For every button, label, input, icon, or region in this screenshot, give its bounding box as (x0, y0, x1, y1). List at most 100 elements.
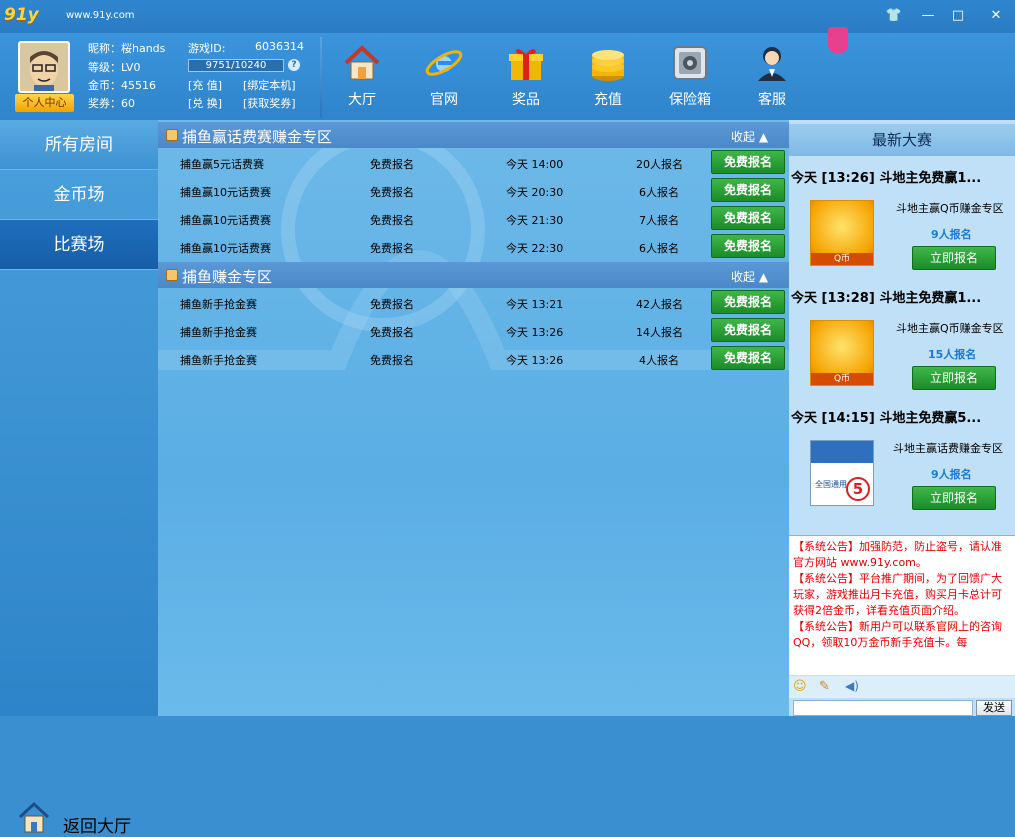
match-time: 今天 21:30 (506, 214, 564, 227)
avatar[interactable] (18, 41, 70, 93)
level-row: 等级：LV0 (88, 59, 140, 75)
match-name: 捕鱼新手抢金赛 (180, 298, 257, 311)
register-now-button[interactable]: 立即报名 (912, 486, 996, 510)
register-now-button[interactable]: 立即报名 (912, 246, 996, 270)
nav-label: 官网 (430, 92, 458, 108)
skin-button[interactable]: 👕 (882, 6, 906, 26)
close-button[interactable]: ✕ (984, 6, 1008, 26)
chat-input[interactable] (793, 700, 973, 716)
table-row: 捕鱼赢10元话费赛 免费报名 今天 22:30 6人报名 免费报名 (158, 232, 789, 260)
send-button[interactable]: 发送 (976, 700, 1012, 716)
coins-row: 金币：45516 (88, 77, 156, 93)
back-to-lobby-button[interactable]: 返回大厅 (0, 790, 158, 837)
collapse-label: 收起 (731, 130, 756, 144)
nav-recharge[interactable]: 充值 (577, 43, 639, 109)
match-name: 捕鱼赢5元话费赛 (180, 158, 264, 171)
exchange-link[interactable]: [兑 换] (188, 95, 222, 111)
broom-icon[interactable]: ✎ (819, 679, 830, 694)
qcoin-image[interactable]: Q币 (810, 200, 874, 266)
match-time: 今天 20:30 (506, 186, 564, 199)
nav-label: 客服 (758, 92, 786, 108)
nav-service[interactable]: 客服 (741, 43, 803, 109)
minimize-button[interactable]: — (916, 6, 940, 26)
sidebar-item-coin-rooms[interactable]: 金币场 (0, 170, 158, 220)
free-register-button[interactable]: 免费报名 (711, 178, 785, 202)
nav-label: 奖品 (512, 92, 540, 108)
match-list-panel: 捕鱼赢话费赛赚金专区 收起 ▲ 捕鱼赢5元话费赛 免费报名 今天 14:00 2… (158, 120, 789, 716)
bind-device-link[interactable]: [绑定本机] (243, 77, 296, 93)
match-count: 20人报名 (636, 158, 683, 171)
sidebar-item-all-rooms[interactable]: 所有房间 (0, 120, 158, 170)
latest-matches-panel: 最新大赛 今天 [13:26] 斗地主免费赢1... Q币 斗地主赢Q币赚金专区… (789, 120, 1015, 716)
match-title[interactable]: 今天 [13:28] 斗地主免费赢1... (791, 287, 981, 306)
match-title[interactable]: 今天 [13:26] 斗地主免费赢1... (791, 167, 981, 186)
collapse-arrow-icon: ▲ (755, 270, 769, 284)
bookmark-tag-icon[interactable] (828, 27, 848, 53)
match-name: 捕鱼新手抢金赛 (180, 326, 257, 339)
match-name: 捕鱼新手抢金赛 (180, 354, 257, 367)
collapse-arrow-icon: ▲ (755, 130, 769, 144)
match-fee: 免费报名 (370, 158, 414, 171)
speaker-icon[interactable]: ◀) (845, 679, 859, 693)
qcoin-image[interactable]: Q币 (810, 320, 874, 386)
free-register-button[interactable]: 免费报名 (711, 206, 785, 230)
gameid-value: 6036314 (255, 40, 304, 53)
section-header-phone-fee[interactable]: 捕鱼赢话费赛赚金专区 收起 ▲ (158, 122, 789, 148)
register-now-button[interactable]: 立即报名 (912, 366, 996, 390)
phone-card-image[interactable]: 全国通用 5 (810, 440, 874, 506)
free-register-button[interactable]: 免费报名 (711, 150, 785, 174)
match-fee: 免费报名 (370, 242, 414, 255)
emoji-icon[interactable]: ☺ (793, 679, 807, 694)
match-signup-count: 9人报名 (931, 228, 972, 241)
service-icon (752, 43, 792, 83)
ticket-value: 60 (121, 97, 135, 110)
qcoin-label: Q币 (811, 253, 873, 265)
match-fee: 免费报名 (370, 186, 414, 199)
nav-label: 大厅 (348, 92, 376, 108)
section-title: 捕鱼赚金专区 (182, 268, 273, 286)
match-time: 今天 13:21 (506, 298, 564, 311)
app-logo: 91y (4, 5, 39, 25)
section-header-coin-zone[interactable]: 捕鱼赚金专区 收起 ▲ (158, 262, 789, 288)
get-ticket-link[interactable]: [获取奖券] (243, 95, 296, 111)
ie-icon (424, 43, 464, 83)
match-title[interactable]: 今天 [14:15] 斗地主免费赢5... (791, 407, 981, 426)
collapse-toggle[interactable]: 收起 ▲ (731, 128, 768, 145)
collapse-toggle[interactable]: 收起 ▲ (731, 268, 768, 285)
match-time: 今天 13:26 (506, 326, 564, 339)
match-count: 4人报名 (639, 354, 679, 367)
recharge-link[interactable]: [充 值] (188, 77, 222, 93)
nav-label: 保险箱 (669, 92, 711, 108)
table-row: 捕鱼新手抢金赛 免费报名 今天 13:26 14人报名 免费报名 (158, 316, 789, 344)
match-zone-name: 斗地主赢Q币赚金专区 (896, 322, 1004, 335)
nav-safe[interactable]: 保险箱 (659, 43, 721, 109)
coins-value: 45516 (121, 79, 156, 92)
match-name: 捕鱼赢10元话费赛 (180, 186, 271, 199)
home-icon (18, 801, 50, 833)
free-register-button[interactable]: 免费报名 (711, 346, 785, 370)
match-count: 7人报名 (639, 214, 679, 227)
free-register-button[interactable]: 免费报名 (711, 234, 785, 258)
free-register-button[interactable]: 免费报名 (711, 290, 785, 314)
level-label: 等级： (88, 61, 121, 74)
latest-matches-header: 最新大赛 (789, 124, 1015, 156)
sidebar-item-match-rooms[interactable]: 比赛场 (0, 220, 158, 270)
notice-item: 【系统公告】加强防范，防止盗号，请认准官方网站 www.91y.com。 (793, 540, 1002, 569)
site-url: www.91y.com (66, 10, 135, 21)
back-label: 返回大厅 (63, 817, 131, 837)
house-icon (342, 43, 382, 83)
match-signup-count: 15人报名 (928, 348, 977, 361)
nickname-row: 昵称：桜hands (88, 40, 165, 56)
personal-center-button[interactable]: 个人中心 (15, 94, 74, 112)
notice-item: 【系统公告】新用户可以联系官网上的咨询QQ，领取10万金币新手充值卡。每 (793, 620, 1002, 649)
card-label: 全国通用 (815, 480, 847, 489)
nav-website[interactable]: 官网 (413, 43, 475, 109)
table-row: 捕鱼赢10元话费赛 免费报名 今天 20:30 6人报名 免费报名 (158, 176, 789, 204)
free-register-button[interactable]: 免费报名 (711, 318, 785, 342)
help-icon[interactable]: ? (288, 59, 300, 71)
nav-lobby[interactable]: 大厅 (331, 43, 393, 109)
nav-prizes[interactable]: 奖品 (495, 43, 557, 109)
safe-icon (670, 43, 710, 83)
match-name: 捕鱼赢10元话费赛 (180, 242, 271, 255)
maximize-button[interactable]: □ (946, 6, 970, 26)
